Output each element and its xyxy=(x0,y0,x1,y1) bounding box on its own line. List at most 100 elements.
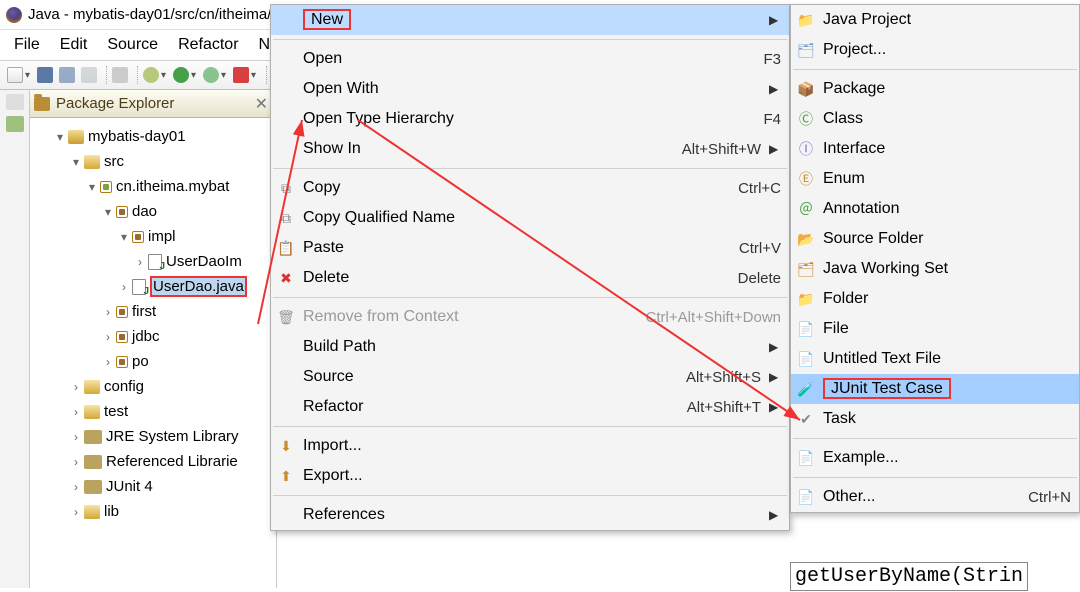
tree-library[interactable]: ›JRE System Library xyxy=(42,424,276,449)
submenu-project[interactable]: 🗂Project... xyxy=(791,35,1079,65)
package-explorer-title: Package Explorer xyxy=(56,95,174,112)
tree-folder[interactable]: ›config xyxy=(42,374,276,399)
submenu-task[interactable]: ✔Task xyxy=(791,404,1079,434)
submenu-java-working-set[interactable]: 🗂Java Working Set xyxy=(791,254,1079,284)
tree-library[interactable]: ›Referenced Librarie xyxy=(42,449,276,474)
submenu-interface[interactable]: ⒾInterface xyxy=(791,134,1079,164)
code-snippet: getUserByName(Strin xyxy=(790,562,1028,591)
menu-separator xyxy=(273,168,787,169)
tree-package-node[interactable]: ›jdbc xyxy=(42,324,276,349)
tree-package-node[interactable]: ›po xyxy=(42,349,276,374)
tree-java-file-selected[interactable]: ›UserDao.java xyxy=(42,274,276,299)
submenu-package[interactable]: 📦Package xyxy=(791,74,1079,104)
tree-src-folder[interactable]: ▾src xyxy=(42,149,276,174)
tree-project-node[interactable]: ▾mybatis-day01 xyxy=(42,124,276,149)
save-all-icon[interactable] xyxy=(59,67,75,83)
dropdown-icon[interactable]: ▾ xyxy=(220,70,227,81)
outline-icon[interactable] xyxy=(6,116,24,132)
debug-icon[interactable] xyxy=(143,67,159,83)
new-icon[interactable] xyxy=(7,67,23,83)
menu-delete[interactable]: ✖ Delete Delete xyxy=(271,263,789,293)
submenu-untitled-text-file[interactable]: 📄Untitled Text File xyxy=(791,344,1079,374)
restore-icon[interactable] xyxy=(6,94,24,110)
tree-library[interactable]: ›JUnit 4 xyxy=(42,474,276,499)
package-explorer-icon xyxy=(34,97,50,111)
build-icon[interactable] xyxy=(112,67,128,83)
accel-label: F3 xyxy=(763,51,781,68)
delete-icon: ✖ xyxy=(277,270,295,286)
menu-open-with[interactable]: Open With ▶ xyxy=(271,74,789,104)
menu-export[interactable]: ⬆ Export... xyxy=(271,461,789,491)
submenu-enum[interactable]: ⒺEnum xyxy=(791,164,1079,194)
tree-package-node[interactable]: ▾cn.itheima.mybat xyxy=(42,174,276,199)
accel-label: Ctrl+C xyxy=(738,180,781,197)
dropdown-icon[interactable]: ▾ xyxy=(250,70,257,81)
menu-edit[interactable]: Edit xyxy=(50,32,98,58)
package-explorer-view: Package Explorer ✕ ▾mybatis-day01 ▾src ▾… xyxy=(30,90,277,588)
dropdown-icon[interactable]: ▾ xyxy=(24,70,31,81)
accel-label: Ctrl+Alt+Shift+Down xyxy=(646,309,781,326)
junit-icon: 🧪 xyxy=(797,381,815,397)
menu-refactor-sub[interactable]: Refactor Alt+Shift+T ▶ xyxy=(271,392,789,422)
dropdown-icon[interactable]: ▾ xyxy=(160,70,167,81)
external-tools-icon[interactable] xyxy=(233,67,249,83)
package-icon: 📦 xyxy=(797,81,815,97)
menu-copy-qualified-name[interactable]: ⧉ Copy Qualified Name xyxy=(271,203,789,233)
menu-source[interactable]: Source xyxy=(97,32,168,58)
submenu-arrow-icon: ▶ xyxy=(769,142,781,156)
submenu-junit-test-case[interactable]: 🧪JUnit Test Case xyxy=(791,374,1079,404)
menu-paste[interactable]: 📋 Paste Ctrl+V xyxy=(271,233,789,263)
blank-icon xyxy=(277,51,295,67)
menu-references[interactable]: References ▶ xyxy=(271,500,789,530)
submenu-example[interactable]: 📄Example... xyxy=(791,443,1079,473)
menu-source-sub[interactable]: Source Alt+Shift+S ▶ xyxy=(271,362,789,392)
submenu-java-project[interactable]: 📁Java Project xyxy=(791,5,1079,35)
project-tree[interactable]: ▾mybatis-day01 ▾src ▾cn.itheima.mybat ▾d… xyxy=(30,118,276,588)
toolbar-separator xyxy=(262,66,267,84)
menu-remove-from-context: 🗑 Remove from Context Ctrl+Alt+Shift+Dow… xyxy=(271,302,789,332)
submenu-source-folder[interactable]: 📂Source Folder xyxy=(791,224,1079,254)
import-icon: ⬇ xyxy=(277,438,295,454)
menu-refactor[interactable]: Refactor xyxy=(168,32,248,58)
menu-separator xyxy=(793,69,1077,70)
submenu-arrow-icon: ▶ xyxy=(769,13,781,27)
save-icon[interactable] xyxy=(37,67,53,83)
coverage-icon[interactable] xyxy=(203,67,219,83)
tree-package-node[interactable]: ▾dao xyxy=(42,199,276,224)
menu-separator xyxy=(273,495,787,496)
menu-new[interactable]: New ▶ xyxy=(271,5,789,35)
blank-icon xyxy=(277,12,295,28)
menu-file[interactable]: File xyxy=(4,32,50,58)
print-icon[interactable] xyxy=(81,67,97,83)
example-icon: 📄 xyxy=(797,450,815,466)
tree-package-node[interactable]: ›first xyxy=(42,299,276,324)
annotation-icon: ＠ xyxy=(797,201,815,217)
submenu-class[interactable]: ⒸClass xyxy=(791,104,1079,134)
menu-separator xyxy=(793,438,1077,439)
tree-folder[interactable]: ›test xyxy=(42,399,276,424)
tree-folder[interactable]: ›lib xyxy=(42,499,276,524)
submenu-annotation[interactable]: ＠Annotation xyxy=(791,194,1079,224)
close-icon[interactable]: ✕ xyxy=(251,94,272,114)
remove-icon: 🗑 xyxy=(277,309,295,325)
new-label: New xyxy=(303,9,351,30)
paste-icon: 📋 xyxy=(277,240,295,256)
tree-package-node[interactable]: ▾impl xyxy=(42,224,276,249)
menu-copy[interactable]: ⧉ Copy Ctrl+C xyxy=(271,173,789,203)
run-icon[interactable] xyxy=(173,67,189,83)
interface-icon: Ⓘ xyxy=(797,141,815,157)
menu-separator xyxy=(793,477,1077,478)
class-icon: Ⓒ xyxy=(797,111,815,127)
menu-open[interactable]: Open F3 xyxy=(271,44,789,74)
toolbar-separator xyxy=(133,66,138,84)
menu-open-type-hierarchy[interactable]: Open Type Hierarchy F4 xyxy=(271,104,789,134)
enum-icon: Ⓔ xyxy=(797,171,815,187)
menu-import[interactable]: ⬇ Import... xyxy=(271,431,789,461)
dropdown-icon[interactable]: ▾ xyxy=(190,70,197,81)
submenu-folder[interactable]: 📁Folder xyxy=(791,284,1079,314)
submenu-file[interactable]: 📄File xyxy=(791,314,1079,344)
menu-show-in[interactable]: Show In Alt+Shift+W ▶ xyxy=(271,134,789,164)
submenu-other[interactable]: 📄Other...Ctrl+N xyxy=(791,482,1079,512)
tree-java-file[interactable]: ›UserDaoIm xyxy=(42,249,276,274)
menu-build-path[interactable]: Build Path ▶ xyxy=(271,332,789,362)
